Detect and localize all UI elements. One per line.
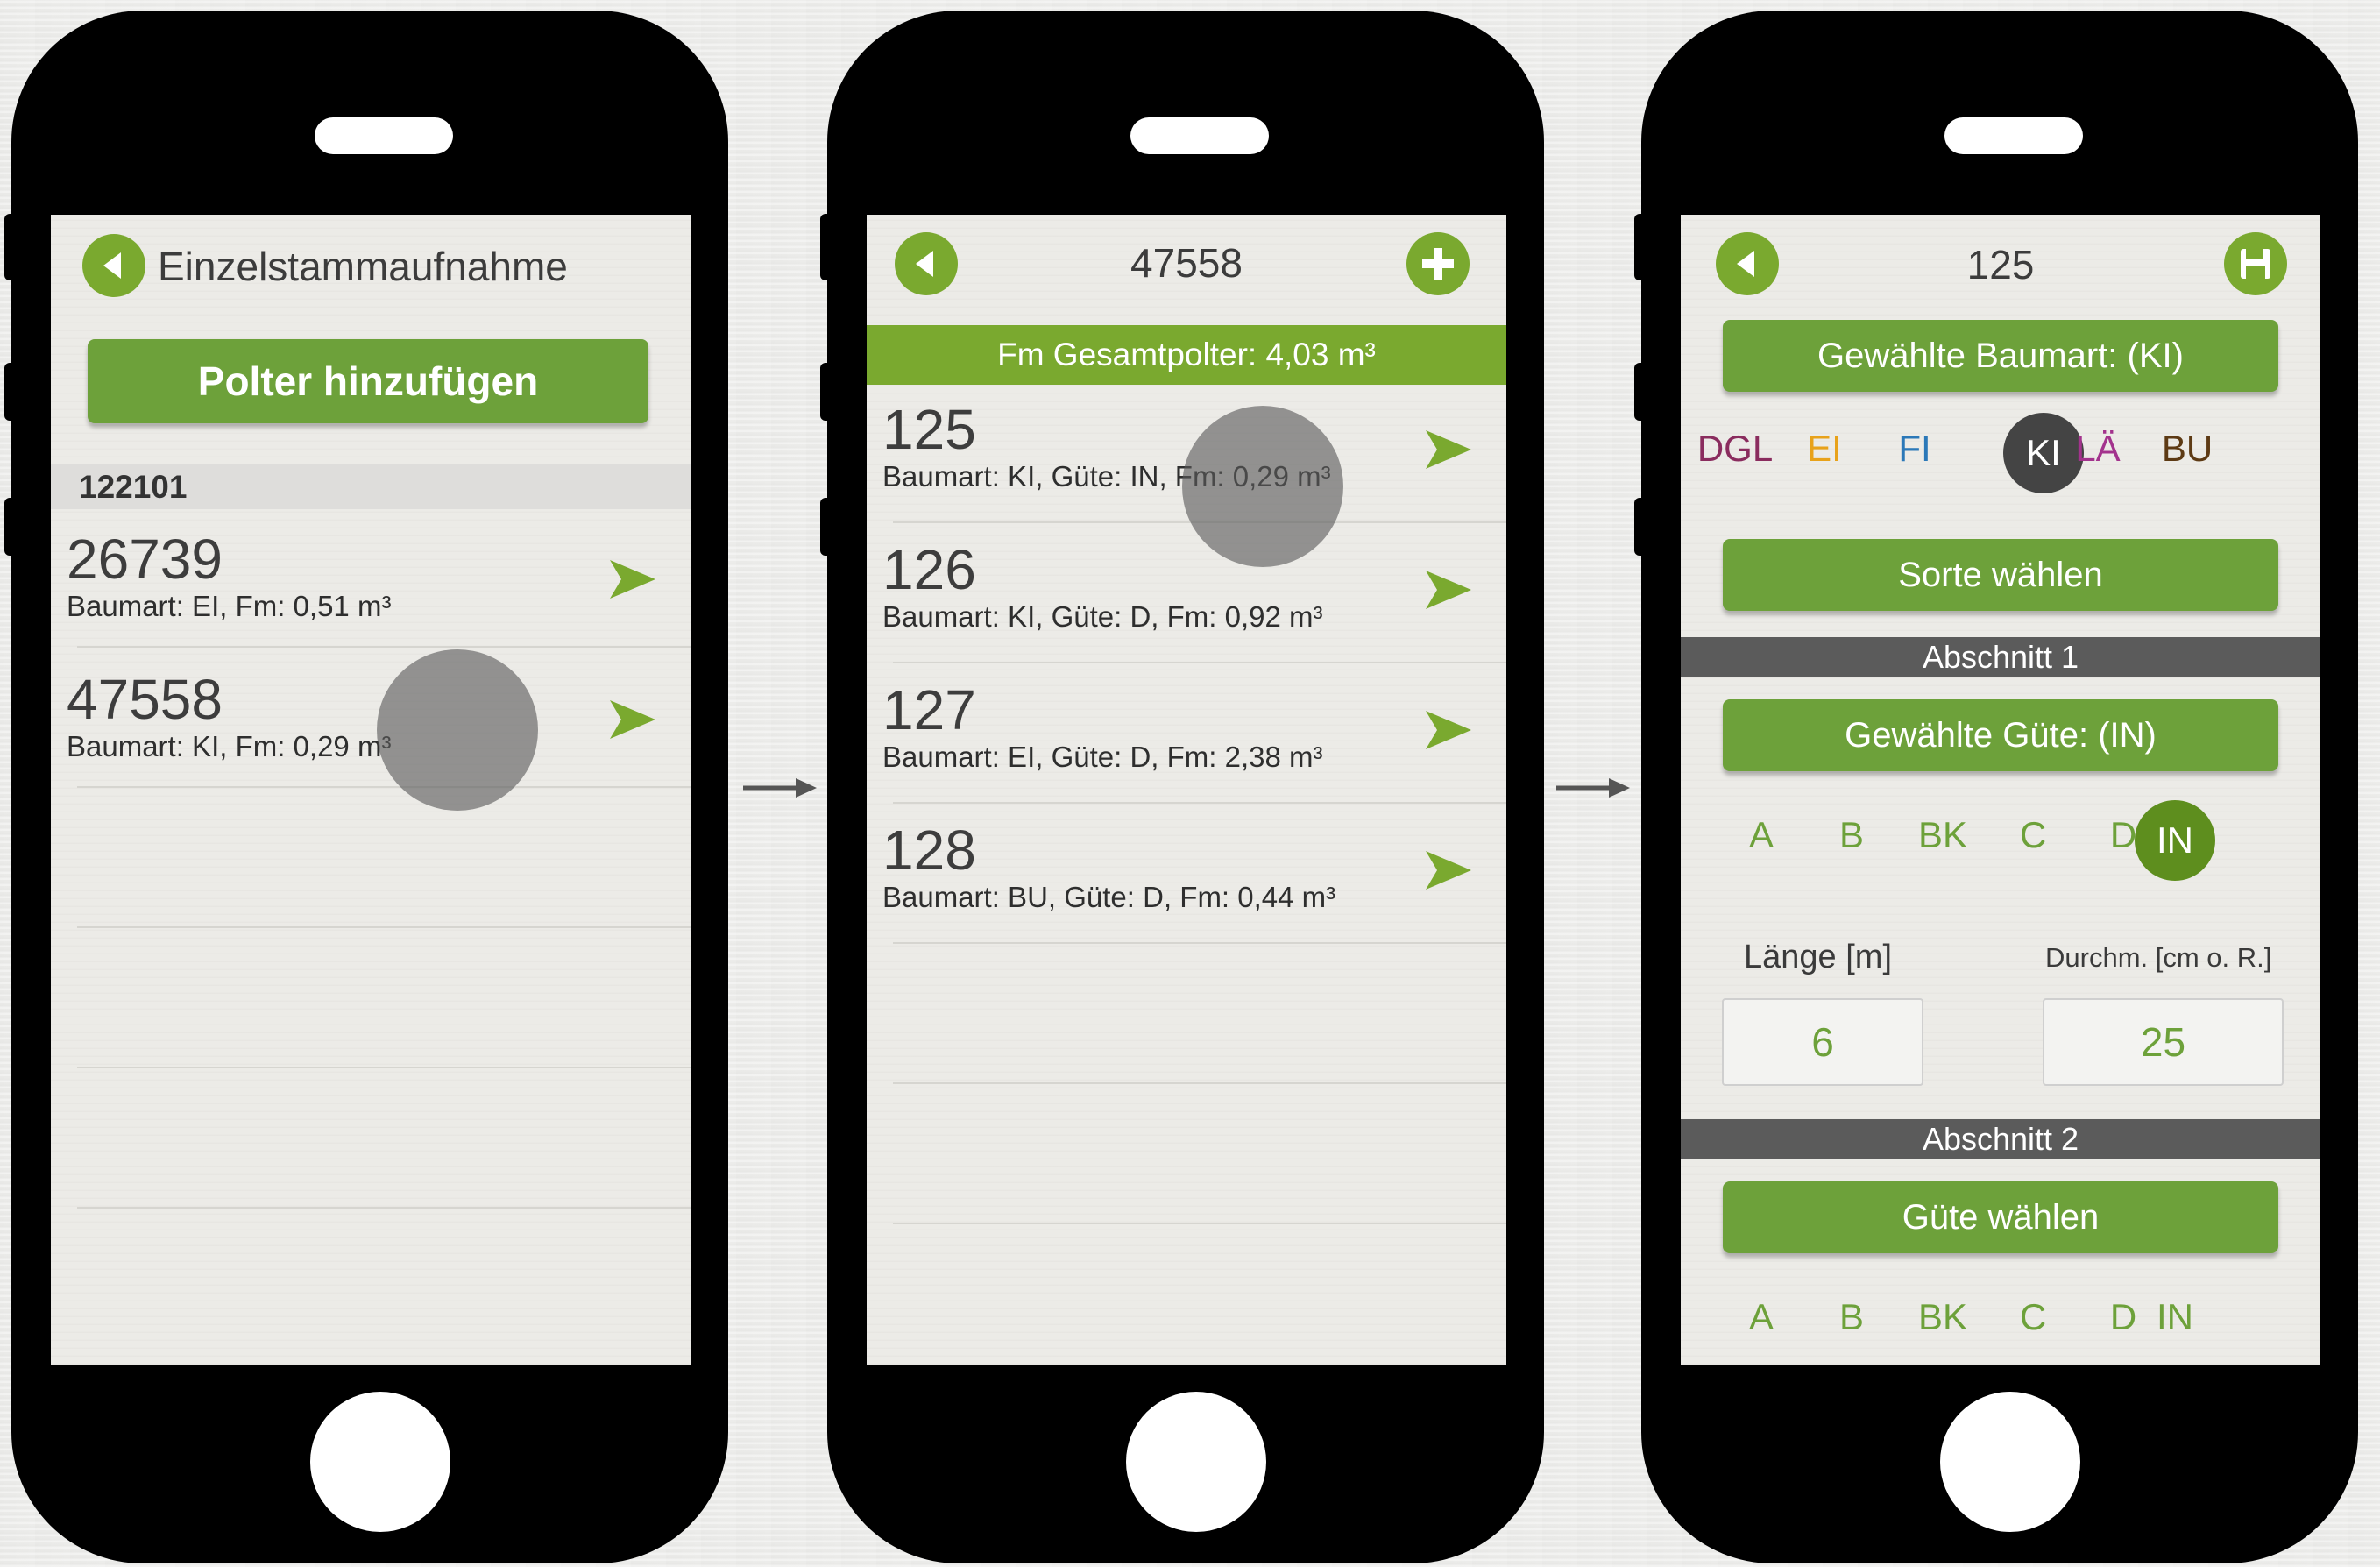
list-item[interactable]: 126 Baumart: KI, Güte: D, Fm: 0,92 m³ — [867, 525, 1506, 665]
species-option-fi[interactable]: FI — [1875, 428, 1954, 470]
summary-bar: Fm Gesamtpolter: 4,03 m³ — [867, 325, 1506, 385]
row-details: Baumart: EI, Güte: D, Fm: 2,38 m³ — [882, 741, 1323, 773]
quality-option-a[interactable]: A — [1722, 814, 1801, 856]
divider — [893, 942, 1506, 944]
diameter-label: Durchm. [cm o. R.] — [2045, 942, 2272, 973]
side-button — [820, 214, 836, 280]
species-option-dgl[interactable]: DGL — [1696, 428, 1774, 470]
section-header-2: Abschnitt 2 — [1681, 1119, 2320, 1159]
quality-option-in[interactable]: IN — [2135, 800, 2215, 881]
chevron-right-icon — [1426, 711, 1471, 749]
phone-1: Einzelstammaufnahme Polter hinzufügen 12… — [4, 11, 728, 1563]
plus-icon — [1422, 248, 1454, 280]
row-details: Baumart: BU, Güte: D, Fm: 0,44 m³ — [882, 881, 1336, 913]
phone-2: 47558 Fm Gesamtpolter: 4,03 m³ 125 Bauma… — [820, 11, 1544, 1563]
row-number: 47558 — [67, 668, 223, 731]
back-button[interactable] — [82, 234, 145, 297]
row-details: Baumart: KI, Fm: 0,29 m³ — [67, 730, 392, 762]
divider — [893, 802, 1506, 804]
divider — [77, 1207, 691, 1209]
diameter-field[interactable]: 25 — [2043, 998, 2284, 1086]
length-field[interactable]: 6 — [1722, 998, 1923, 1086]
quality-option-c[interactable]: C — [1994, 814, 2072, 856]
divider — [893, 662, 1506, 663]
list-item[interactable]: 26739 Baumart: EI, Fm: 0,51 m³ — [51, 509, 691, 649]
phone-3: 125 Gewählte Baumart: (KI) DGL EI FI KI … — [1634, 11, 2358, 1563]
flow-arrow-icon — [1556, 778, 1630, 798]
add-button[interactable] — [1406, 232, 1470, 295]
flow-arrow-icon — [743, 778, 817, 798]
side-button — [4, 363, 20, 421]
row-details: Baumart: KI, Güte: D, Fm: 0,92 m³ — [882, 600, 1323, 633]
quality-button[interactable]: Gewählte Güte: (IN) — [1723, 699, 2278, 771]
quality-2-option-bk[interactable]: BK — [1903, 1296, 1982, 1338]
touch-indicator — [1182, 406, 1343, 567]
quality-2-button[interactable]: Güte wählen — [1723, 1181, 2278, 1253]
side-button — [4, 214, 20, 280]
back-arrow-icon — [103, 252, 121, 279]
speaker — [315, 117, 453, 154]
section-header-1: Abschnitt 1 — [1681, 637, 2320, 677]
group-header: 122101 — [79, 469, 188, 505]
chevron-right-icon — [1426, 851, 1471, 890]
length-label: Länge [m] — [1744, 939, 1892, 975]
home-button[interactable] — [310, 1392, 450, 1532]
save-button[interactable] — [2224, 232, 2287, 295]
row-number: 125 — [882, 398, 976, 461]
list-item[interactable]: 127 Baumart: EI, Güte: D, Fm: 2,38 m³ — [867, 665, 1506, 805]
side-button — [4, 498, 20, 556]
screen-polter-detail: 47558 Fm Gesamtpolter: 4,03 m³ 125 Bauma… — [867, 215, 1506, 1365]
quality-2-option-b[interactable]: B — [1812, 1296, 1891, 1338]
quality-2-option-in[interactable]: IN — [2136, 1296, 2214, 1338]
species-option-ei[interactable]: EI — [1785, 428, 1864, 470]
quality-option-bk[interactable]: BK — [1903, 814, 1982, 856]
row-number: 126 — [882, 538, 976, 601]
screen-einzelstammaufnahme: Einzelstammaufnahme Polter hinzufügen 12… — [51, 215, 691, 1365]
speaker — [1944, 117, 2083, 154]
divider — [77, 926, 691, 928]
side-button — [1634, 214, 1650, 280]
side-button — [820, 498, 836, 556]
home-button[interactable] — [1940, 1392, 2080, 1532]
chevron-right-icon — [1426, 571, 1471, 609]
divider — [77, 646, 691, 648]
divider — [893, 1082, 1506, 1084]
row-number: 127 — [882, 678, 976, 741]
touch-indicator — [377, 649, 538, 811]
save-icon — [2241, 249, 2270, 279]
home-button[interactable] — [1126, 1392, 1266, 1532]
divider — [77, 786, 691, 788]
chevron-right-icon — [610, 560, 655, 599]
species-option-bu[interactable]: BU — [2148, 428, 2227, 470]
row-details: Baumart: EI, Fm: 0,51 m³ — [67, 590, 392, 622]
screen-stamm-detail: 125 Gewählte Baumart: (KI) DGL EI FI KI … — [1681, 215, 2320, 1365]
page-title: Einzelstammaufnahme — [158, 244, 568, 289]
row-number: 128 — [882, 819, 976, 882]
divider — [893, 1223, 1506, 1224]
list-item[interactable]: 128 Baumart: BU, Güte: D, Fm: 0,44 m³ — [867, 805, 1506, 946]
side-button — [1634, 363, 1650, 421]
side-button — [820, 363, 836, 421]
species-button[interactable]: Gewählte Baumart: (KI) — [1723, 320, 2278, 392]
species-option-la[interactable]: LÄ — [2058, 428, 2137, 470]
quality-option-b[interactable]: B — [1812, 814, 1891, 856]
quality-2-option-a[interactable]: A — [1722, 1296, 1801, 1338]
chevron-right-icon — [610, 700, 655, 739]
sort-button[interactable]: Sorte wählen — [1723, 539, 2278, 611]
add-polter-button[interactable]: Polter hinzufügen — [88, 339, 648, 423]
side-button — [1634, 498, 1650, 556]
group-header-bar: 122101 — [51, 464, 691, 509]
quality-2-option-c[interactable]: C — [1994, 1296, 2072, 1338]
divider — [77, 1067, 691, 1068]
speaker — [1130, 117, 1269, 154]
row-number: 26739 — [67, 528, 223, 591]
chevron-right-icon — [1426, 430, 1471, 469]
list-item[interactable]: 47558 Baumart: KI, Fm: 0,29 m³ — [51, 649, 691, 790]
